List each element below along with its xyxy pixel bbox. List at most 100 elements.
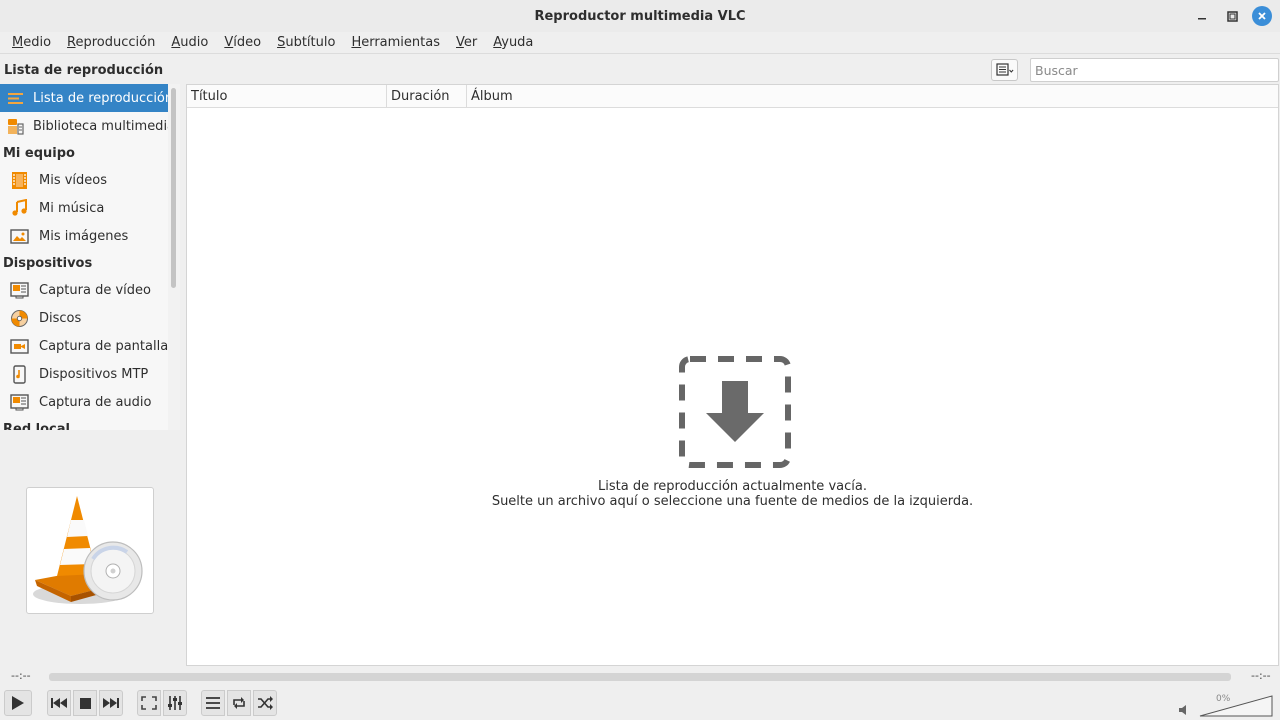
maximize-icon bbox=[1226, 10, 1238, 22]
sidebar-item-playlist[interactable]: Lista de reproducción bbox=[0, 84, 168, 112]
menu-accelerator: H bbox=[351, 35, 362, 50]
next-button[interactable] bbox=[99, 690, 123, 716]
menu-accelerator: V bbox=[456, 35, 464, 50]
column-header-title[interactable]: Título bbox=[187, 85, 387, 108]
menu-accelerator: A bbox=[171, 35, 181, 50]
speaker-mute-icon bbox=[1179, 705, 1186, 715]
window-title: Reproductor multimedia VLC bbox=[534, 8, 746, 24]
menu-bar: Medio Reproducción Audio Vídeo Subtítulo Herr… bbox=[0, 32, 1280, 54]
previous-button[interactable] bbox=[47, 690, 71, 716]
menu-label-rest: erramientas bbox=[361, 35, 440, 50]
extended-settings-button[interactable] bbox=[163, 690, 187, 716]
menu-label-rest: ídeo bbox=[233, 35, 262, 50]
drop-file-icon bbox=[679, 356, 791, 468]
seek-row: --:-- --:-- bbox=[0, 668, 1280, 686]
playlist-title: Lista de reproducción bbox=[4, 62, 164, 78]
menu-ayuda[interactable]: Ayuda bbox=[485, 35, 541, 50]
sidebar-item-label: Lista de reproducción bbox=[33, 90, 168, 106]
sidebar-item-label: Mis vídeos bbox=[39, 172, 108, 188]
menu-accelerator: V bbox=[224, 35, 234, 50]
view-mode-button[interactable] bbox=[991, 59, 1018, 81]
section-header-mi-equipo: Mi equipo bbox=[3, 145, 75, 161]
empty-playlist-message: Lista de reproducción actualmente vacía.… bbox=[187, 479, 1278, 509]
menu-reproduccion[interactable]: Reproducción bbox=[59, 35, 163, 50]
fullscreen-button[interactable] bbox=[137, 690, 161, 716]
sidebar-item-label: Dispositivos MTP bbox=[39, 366, 149, 382]
volume-slider bbox=[1199, 695, 1273, 717]
loop-button[interactable] bbox=[227, 690, 251, 716]
sidebar-item-label: Captura de audio bbox=[39, 394, 152, 410]
mtp-device-icon bbox=[10, 364, 29, 384]
search-input[interactable] bbox=[1030, 58, 1279, 82]
menu-subtitulo[interactable]: Subtítulo bbox=[269, 35, 343, 50]
menu-audio[interactable]: Audio bbox=[163, 35, 216, 50]
play-button[interactable] bbox=[4, 690, 32, 716]
close-button[interactable] bbox=[1252, 6, 1272, 26]
menu-accelerator: M bbox=[12, 35, 24, 50]
empty-message-line-2: Suelte un archivo aquí o seleccione una … bbox=[491, 494, 974, 509]
loop-icon bbox=[233, 697, 245, 709]
menu-herramientas[interactable]: Herramientas bbox=[343, 35, 448, 50]
column-header-duration[interactable]: Duración bbox=[387, 85, 467, 108]
capture-device-icon bbox=[10, 281, 29, 300]
sidebar-item-mi-musica[interactable]: Mi música bbox=[0, 194, 168, 222]
album-art bbox=[26, 487, 154, 614]
remaining-time: --:-- bbox=[1251, 669, 1271, 682]
elapsed-time: --:-- bbox=[11, 669, 31, 682]
menu-video[interactable]: Vídeo bbox=[216, 35, 269, 50]
minimize-icon bbox=[1198, 18, 1206, 20]
maximize-button[interactable] bbox=[1222, 6, 1242, 26]
stop-button[interactable] bbox=[73, 690, 97, 716]
menu-accelerator: R bbox=[67, 35, 76, 50]
toggle-playlist-button[interactable] bbox=[201, 690, 225, 716]
skip-next-icon bbox=[103, 698, 119, 708]
title-bar: Reproductor multimedia VLC bbox=[0, 0, 1280, 32]
sidebar-scrollbar[interactable] bbox=[168, 84, 180, 430]
seek-slider[interactable] bbox=[49, 673, 1231, 681]
playback-controls: 0% bbox=[0, 688, 1280, 720]
volume-level-label: 0% bbox=[1216, 694, 1231, 704]
playlist-icon bbox=[6, 89, 25, 108]
screen-capture-icon bbox=[10, 337, 29, 356]
play-icon bbox=[12, 696, 24, 710]
sidebar-item-mis-videos[interactable]: Mis vídeos bbox=[0, 166, 168, 194]
sidebar-item-dispositivos-mtp[interactable]: Dispositivos MTP bbox=[0, 360, 168, 388]
skip-previous-icon bbox=[51, 698, 67, 708]
stop-icon bbox=[79, 697, 91, 709]
vlc-cone-icon bbox=[33, 496, 143, 604]
playlist-header: Lista de reproducción bbox=[0, 57, 1280, 83]
shuffle-icon bbox=[258, 696, 273, 710]
menu-label-rest: er bbox=[463, 35, 478, 50]
empty-message-line-1: Lista de reproducción actualmente vacía. bbox=[598, 479, 867, 494]
volume-control[interactable]: 0% bbox=[1178, 692, 1276, 717]
equalizer-icon bbox=[168, 696, 182, 710]
playlist-toggle-icon bbox=[206, 697, 220, 709]
disc-icon bbox=[10, 309, 29, 328]
section-header-red-local: Red local bbox=[3, 421, 70, 431]
menu-label-rest: yuda bbox=[501, 35, 534, 50]
sidebar: Lista de reproducción Biblioteca multime… bbox=[0, 84, 168, 430]
sidebar-item-captura-audio[interactable]: Captura de audio bbox=[0, 388, 168, 416]
minimize-button[interactable] bbox=[1192, 6, 1212, 26]
sidebar-item-media-library[interactable]: Biblioteca multimedia bbox=[0, 112, 168, 140]
sidebar-item-captura-video[interactable]: Captura de vídeo bbox=[0, 276, 168, 304]
sidebar-item-label: Biblioteca multimedia bbox=[33, 118, 168, 134]
list-view-icon bbox=[995, 63, 1013, 76]
playlist-view[interactable]: Título Duración Álbum Lista de reproducc… bbox=[186, 84, 1279, 666]
column-header-album[interactable]: Álbum bbox=[467, 85, 1278, 108]
menu-medio[interactable]: Medio bbox=[4, 35, 59, 50]
sidebar-item-discos[interactable]: Discos bbox=[0, 304, 168, 332]
menu-ver[interactable]: Ver bbox=[448, 35, 485, 50]
menu-label-rest: ubtítulo bbox=[285, 35, 336, 50]
menu-label-rest: eproducción bbox=[75, 35, 156, 50]
menu-label-rest: edio bbox=[23, 35, 52, 50]
music-note-icon bbox=[10, 198, 29, 218]
sidebar-item-captura-pantalla[interactable]: Captura de pantalla bbox=[0, 332, 168, 360]
shuffle-button[interactable] bbox=[253, 690, 277, 716]
sidebar-item-mis-imagenes[interactable]: Mis imágenes bbox=[0, 222, 168, 250]
sidebar-item-label: Mis imágenes bbox=[39, 228, 129, 244]
close-icon bbox=[1258, 12, 1266, 20]
sidebar-scrollbar-thumb[interactable] bbox=[171, 88, 176, 288]
fullscreen-icon bbox=[141, 696, 157, 710]
menu-label-rest: udio bbox=[180, 35, 209, 50]
